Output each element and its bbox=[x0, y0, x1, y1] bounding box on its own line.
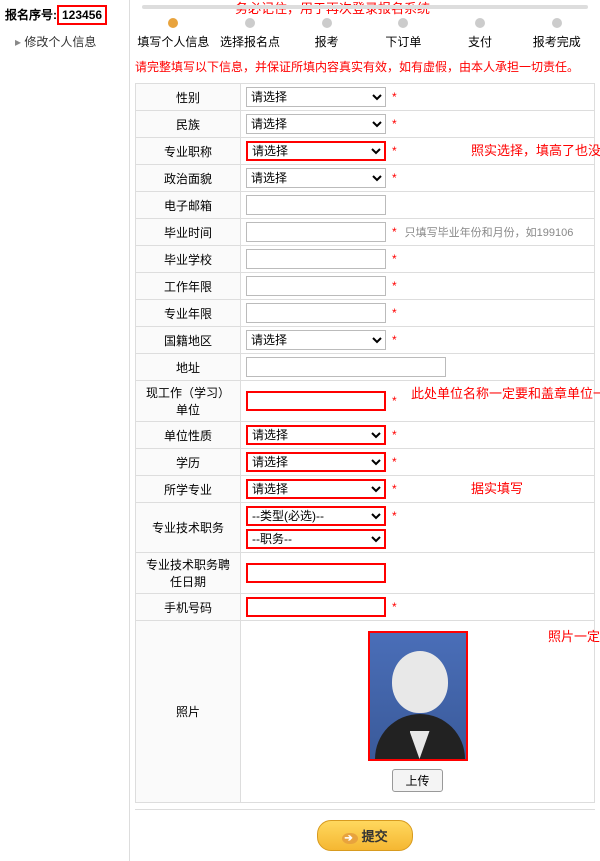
label-workunit: 现工作（学习）单位 bbox=[136, 381, 241, 422]
annotation-select-real: 照实选择，填高了也没什么用 bbox=[471, 140, 600, 159]
label-address: 地址 bbox=[136, 354, 241, 381]
input-gradschool[interactable] bbox=[246, 249, 386, 269]
label-gender: 性别 bbox=[136, 84, 241, 111]
submit-button[interactable]: 提交 bbox=[317, 820, 412, 851]
select-gender[interactable]: 请选择 bbox=[246, 87, 386, 107]
label-workyears: 工作年限 bbox=[136, 273, 241, 300]
select-title[interactable]: 请选择 bbox=[246, 141, 386, 161]
main-panel: 务必记住，用于再次登录报名系统 填写个人信息 选择报名点 报考 下订单 支付 报… bbox=[130, 0, 600, 861]
label-unittype: 单位性质 bbox=[136, 422, 241, 449]
label-nationality: 国籍地区 bbox=[136, 327, 241, 354]
input-techdate[interactable] bbox=[246, 563, 386, 583]
step-4: 下订单 bbox=[365, 18, 442, 50]
form-table: 性别 请选择* 民族 请选择* 专业职称 请选择* 照实选择，填高了也没什么用 … bbox=[135, 83, 595, 803]
select-techtype[interactable]: --类型(必选)-- bbox=[246, 506, 386, 526]
sidebar: 报名序号:123456 修改个人信息 bbox=[0, 0, 130, 861]
annotation-photo: 照片一定要按要求格式、大小上传 bbox=[546, 626, 600, 664]
label-techjob: 专业技术职务 bbox=[136, 503, 241, 553]
label-education: 学历 bbox=[136, 449, 241, 476]
label-techdate: 专业技术职务聘任日期 bbox=[136, 553, 241, 594]
input-workyears[interactable] bbox=[246, 276, 386, 296]
input-gradtime[interactable] bbox=[246, 222, 386, 242]
warning-text: 请完整填写以下信息，并保证所填内容真实有效，如有虚假，由本人承担一切责任。 bbox=[135, 58, 595, 75]
select-unittype[interactable]: 请选择 bbox=[246, 425, 386, 445]
step-3: 报考 bbox=[288, 18, 365, 50]
step-5: 支付 bbox=[442, 18, 519, 50]
regnum-label: 报名序号: bbox=[5, 8, 57, 22]
select-education[interactable]: 请选择 bbox=[246, 452, 386, 472]
sidebar-link-edit[interactable]: 修改个人信息 bbox=[15, 33, 124, 50]
select-ethnic[interactable]: 请选择 bbox=[246, 114, 386, 134]
input-phone[interactable] bbox=[246, 597, 386, 617]
input-workunit[interactable] bbox=[246, 391, 386, 411]
label-gradschool: 毕业学校 bbox=[136, 246, 241, 273]
hint-gradtime: 只填写毕业年份和月份，如199106 bbox=[405, 227, 574, 239]
label-email: 电子邮箱 bbox=[136, 192, 241, 219]
step-1: 填写个人信息 bbox=[135, 18, 212, 50]
label-proyears: 专业年限 bbox=[136, 300, 241, 327]
submit-row: 提交 bbox=[135, 809, 595, 861]
regnum-value: 123456 bbox=[57, 5, 107, 25]
input-proyears[interactable] bbox=[246, 303, 386, 323]
select-techjob[interactable]: --职务-- bbox=[246, 529, 386, 549]
upload-button[interactable]: 上传 bbox=[392, 769, 442, 792]
select-major[interactable]: 请选择 bbox=[246, 479, 386, 499]
step-6: 报考完成 bbox=[518, 18, 595, 50]
label-phone: 手机号码 bbox=[136, 594, 241, 621]
label-political: 政治面貌 bbox=[136, 165, 241, 192]
reg-number: 报名序号:123456 bbox=[5, 5, 124, 25]
label-gradtime: 毕业时间 bbox=[136, 219, 241, 246]
annotation-fill-truth: 据实填写 bbox=[471, 478, 523, 497]
step-bar: 填写个人信息 选择报名点 报考 下订单 支付 报考完成 bbox=[135, 18, 595, 50]
photo-preview bbox=[368, 631, 468, 761]
label-title: 专业职称 bbox=[136, 138, 241, 165]
step-2: 选择报名点 bbox=[212, 18, 289, 50]
input-email[interactable] bbox=[246, 195, 386, 215]
select-political[interactable]: 请选择 bbox=[246, 168, 386, 188]
label-major: 所学专业 bbox=[136, 476, 241, 503]
annotation-unit: 此处单位名称一定要和盖章单位一致 bbox=[411, 383, 600, 402]
label-ethnic: 民族 bbox=[136, 111, 241, 138]
label-photo: 照片 bbox=[136, 621, 241, 803]
select-nationality[interactable]: 请选择 bbox=[246, 330, 386, 350]
input-address[interactable] bbox=[246, 357, 446, 377]
